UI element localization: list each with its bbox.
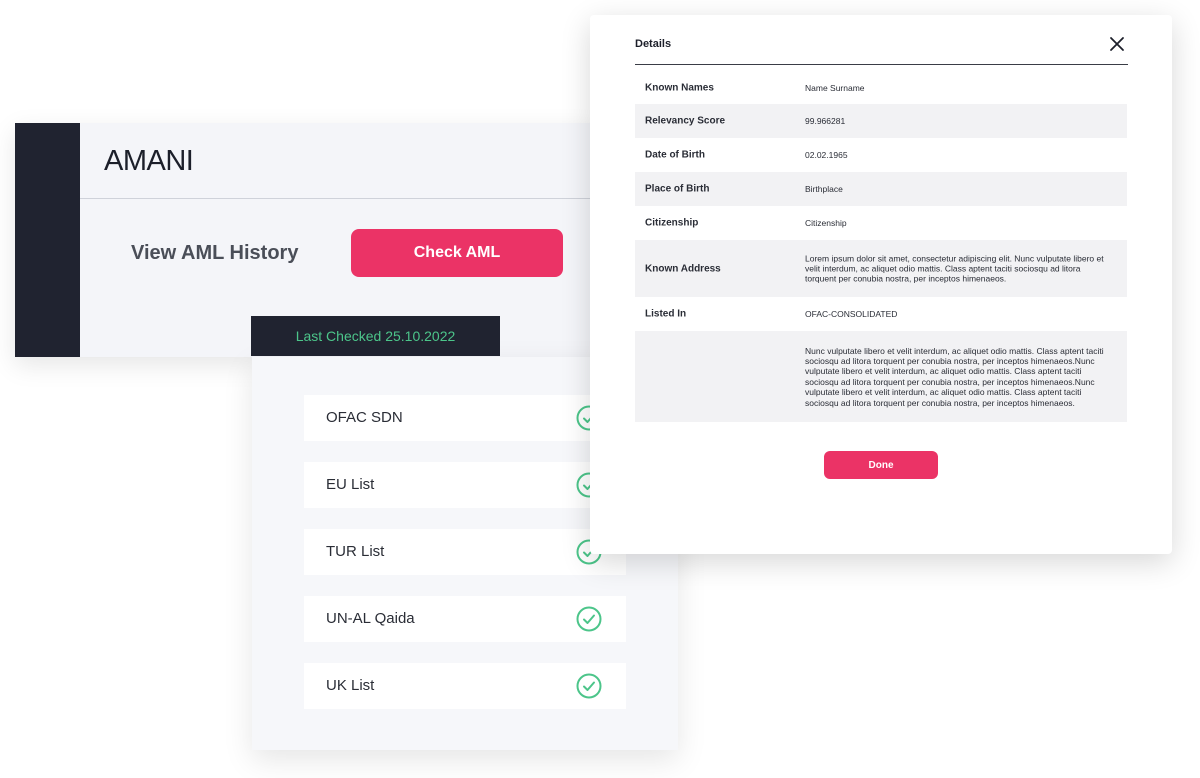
detail-value: OFAC-CONSOLIDATED <box>805 308 898 319</box>
detail-row-place-of-birth: Place of Birth Birthplace <box>635 172 1127 206</box>
detail-value: Citizenship <box>805 217 847 228</box>
check-circle-icon <box>576 673 602 699</box>
check-aml-button[interactable]: Check AML <box>351 229 563 277</box>
details-modal: Details Known Names Name Surname Relevan… <box>590 15 1172 554</box>
list-item: TUR List <box>304 529 626 575</box>
detail-value: Nunc vulputate libero et velit interdum,… <box>805 345 1104 408</box>
close-icon[interactable] <box>1109 36 1125 52</box>
detail-key: Date of Birth <box>645 149 705 161</box>
header-divider <box>80 198 600 199</box>
list-item: UN-AL Qaida <box>304 596 626 642</box>
list-item: OFAC SDN <box>304 395 626 441</box>
detail-value: 02.02.1965 <box>805 149 848 160</box>
detail-row-relevancy-score: Relevancy Score 99.966281 <box>635 104 1127 138</box>
last-checked-badge: Last Checked 25.10.2022 <box>251 316 500 356</box>
detail-row-date-of-birth: Date of Birth 02.02.1965 <box>635 138 1127 172</box>
detail-row-listed-in: Listed In OFAC-CONSOLIDATED <box>635 297 1127 331</box>
list-item: EU List <box>304 462 626 508</box>
detail-key: Place of Birth <box>645 183 710 195</box>
detail-key: Citizenship <box>645 217 699 229</box>
view-aml-history-link[interactable]: View AML History <box>131 242 298 265</box>
detail-value: Name Surname <box>805 82 865 93</box>
detail-value: Lorem ipsum dolor sit amet, consectetur … <box>805 252 1104 284</box>
detail-key: Known Address <box>645 263 721 274</box>
modal-title: Details <box>635 38 672 50</box>
list-item: UK List <box>304 663 626 709</box>
detail-row-remarks: Nunc vulputate libero et velit interdum,… <box>635 331 1127 422</box>
list-item-label: OFAC SDN <box>326 409 403 426</box>
detail-row-known-names: Known Names Name Surname <box>635 71 1127 104</box>
modal-divider <box>635 64 1128 65</box>
detail-key: Listed In <box>645 308 687 320</box>
list-item-label: UK List <box>326 677 375 694</box>
list-item-label: TUR List <box>326 543 385 560</box>
detail-key: Known Names <box>645 82 714 93</box>
list-item-label: UN-AL Qaida <box>326 610 415 627</box>
detail-row-citizenship: Citizenship Citizenship <box>635 206 1127 240</box>
check-circle-icon <box>576 606 602 632</box>
list-item-label: EU List <box>326 476 375 493</box>
amani-logo: AMANI <box>104 145 194 177</box>
done-button[interactable]: Done <box>824 451 938 479</box>
sidebar <box>15 123 80 357</box>
detail-value: 99.966281 <box>805 115 846 126</box>
detail-value: Birthplace <box>805 183 843 194</box>
detail-row-known-address: Known Address Lorem ipsum dolor sit amet… <box>635 240 1127 297</box>
detail-key: Relevancy Score <box>645 115 726 127</box>
